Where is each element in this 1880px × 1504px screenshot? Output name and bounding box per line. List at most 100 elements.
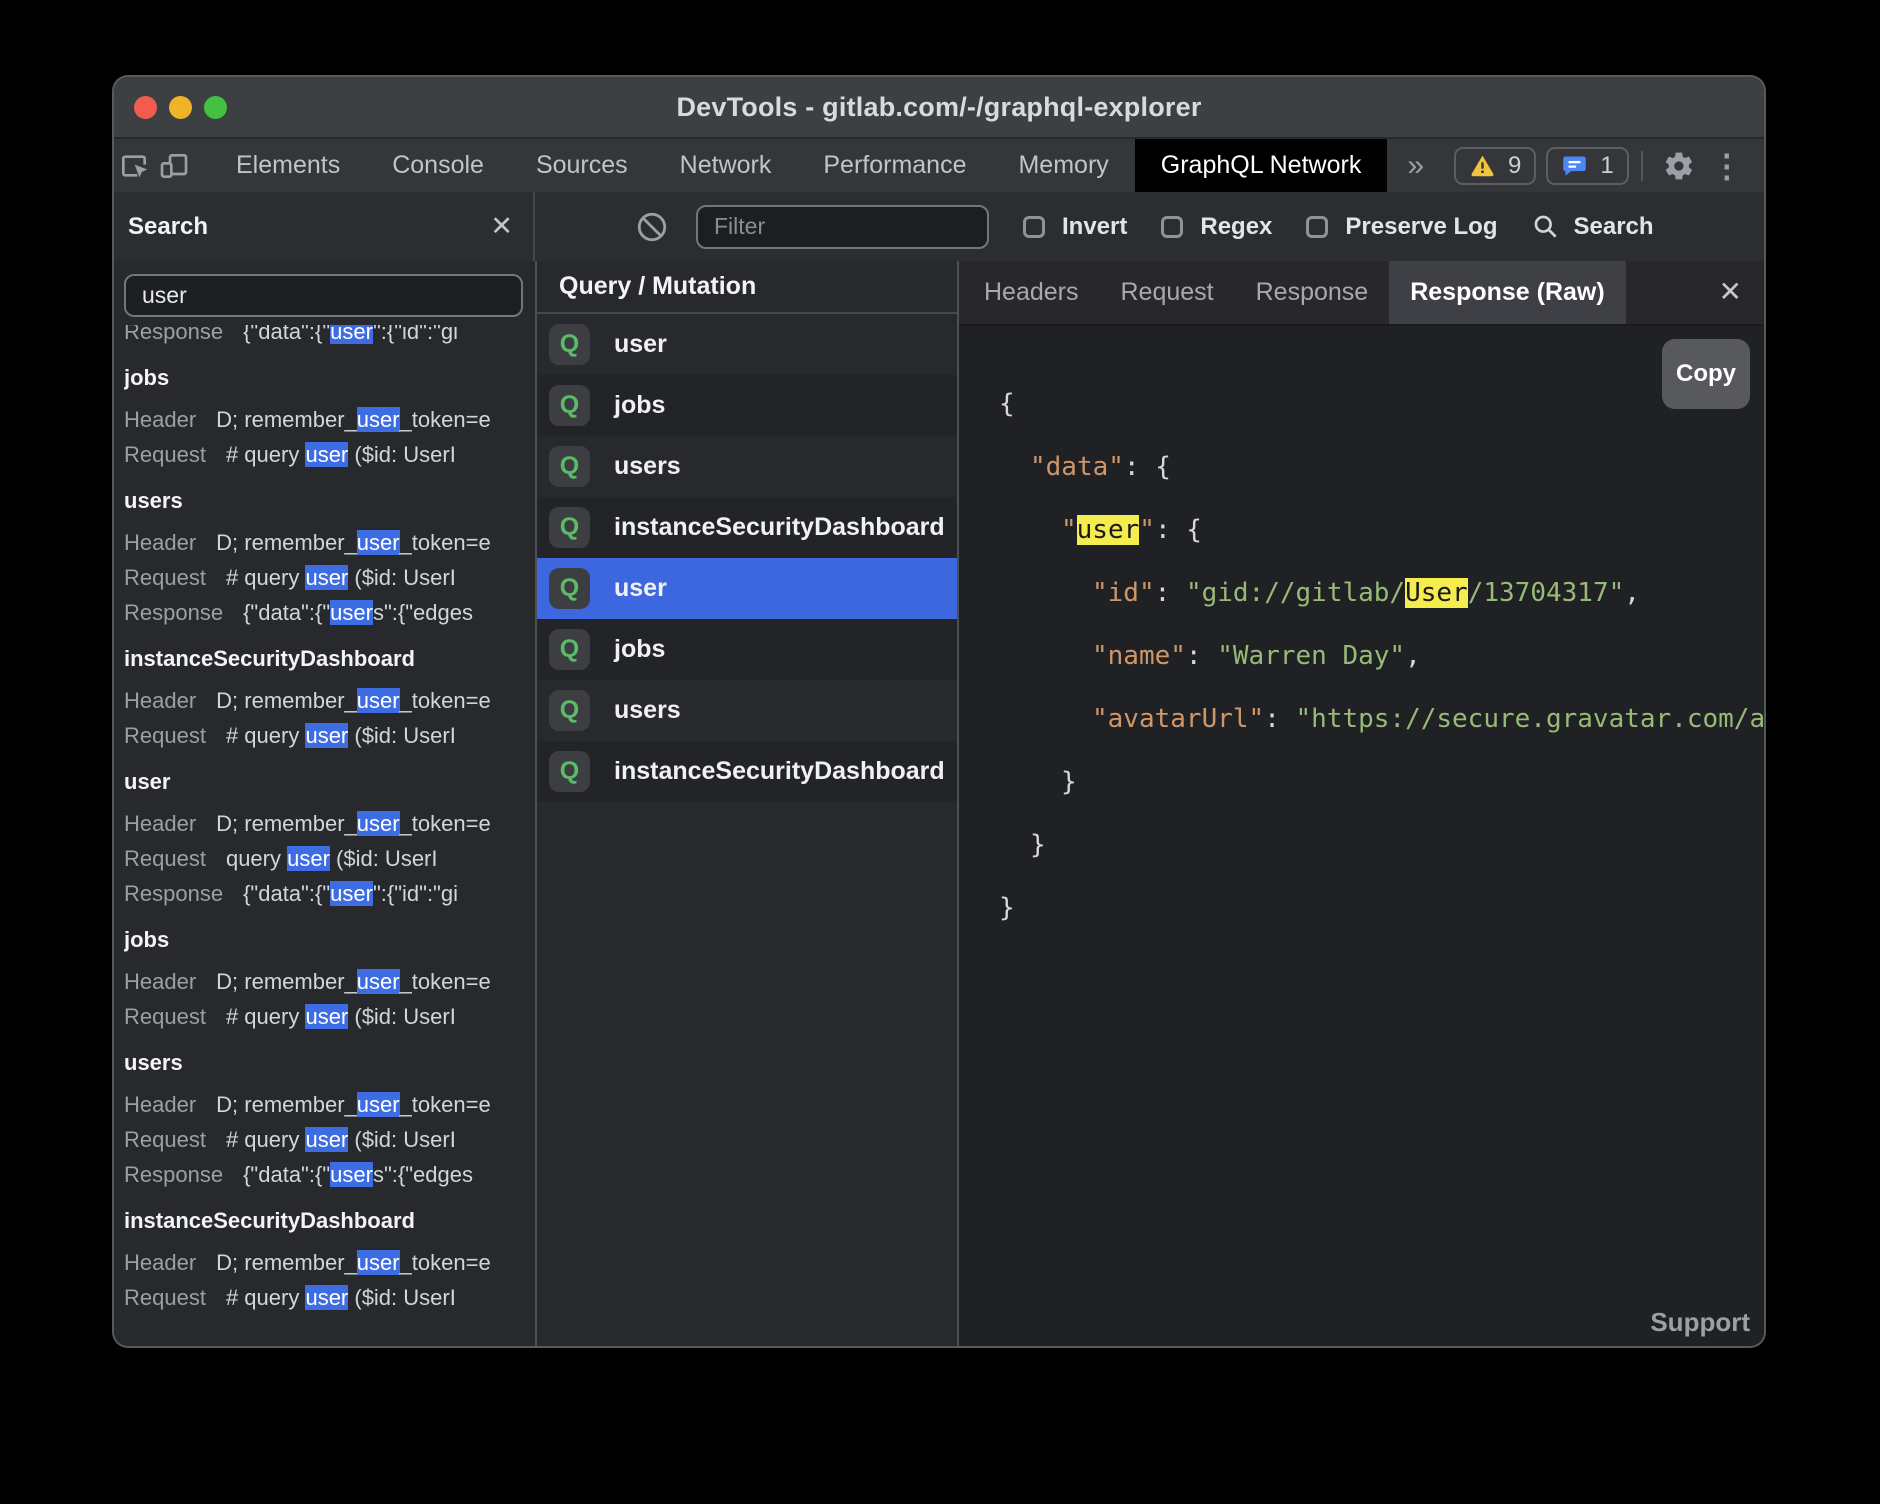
checkbox-label-regex: Regex <box>1200 213 1272 241</box>
search-result-line[interactable]: HeaderD; remember_user_token=e <box>124 806 535 841</box>
result-text-segment: ($id: UserI <box>348 442 456 467</box>
more-tabs-chevron-icon[interactable]: » <box>1387 139 1444 192</box>
search-result-group-title-user[interactable]: user <box>124 764 535 799</box>
response-tab-request[interactable]: Request <box>1100 261 1235 324</box>
query-item-label: jobs <box>614 391 665 420</box>
search-result-group-title-users[interactable]: users <box>124 1045 535 1080</box>
query-item-users[interactable]: Qusers <box>537 680 957 741</box>
result-text-segment: # query <box>226 565 306 590</box>
search-result-group-title-instancesecuritydashboard[interactable]: instanceSecurityDashboard <box>124 1203 535 1238</box>
checkbox-regex[interactable]: Regex <box>1161 213 1272 241</box>
response-close-icon[interactable]: ✕ <box>1697 275 1764 308</box>
checkbox-preserve-log[interactable]: Preserve Log <box>1306 213 1497 241</box>
query-type-badge: Q <box>549 507 590 548</box>
tab-sources[interactable]: Sources <box>510 139 654 192</box>
clear-requests-icon[interactable] <box>635 210 669 244</box>
close-window-button[interactable] <box>134 96 157 119</box>
toolbar-search-toggle[interactable]: Search <box>1532 213 1653 241</box>
toolbar-search-label: Search <box>1573 213 1653 241</box>
query-item-label: instanceSecurityDashboard <box>614 513 945 542</box>
result-text-segment: _token=e <box>400 688 491 713</box>
result-text-segment: # query <box>226 1004 306 1029</box>
search-result-line[interactable]: Requestquery user ($id: UserI <box>124 841 535 876</box>
query-item-instancesecuritydashboard[interactable]: QinstanceSecurityDashboard <box>537 741 957 802</box>
json-token-key: "id" <box>1092 578 1155 608</box>
search-result-line[interactable]: Response{"data":{"users":{"edges <box>124 1157 535 1192</box>
query-type-badge: Q <box>549 690 590 731</box>
search-result-line[interactable]: Request# query user ($id: UserI <box>124 1122 535 1157</box>
checkbox-box-regex[interactable] <box>1161 216 1183 238</box>
search-result-line[interactable]: Response{"data":{"user":{"id":"gi <box>124 876 535 911</box>
search-result-line[interactable]: HeaderD; remember_user_token=e <box>124 1087 535 1122</box>
result-text-segment: {"data":{" <box>243 325 330 344</box>
search-result-line[interactable]: Response{"data":{"user":{"id":"gi <box>124 325 535 349</box>
search-panel-close-icon[interactable]: ✕ <box>490 211 513 242</box>
result-text-segment: ($id: UserI <box>348 1004 456 1029</box>
search-result-line[interactable]: Request# query user ($id: UserI <box>124 560 535 595</box>
tab-network[interactable]: Network <box>654 139 798 192</box>
filter-input[interactable] <box>696 205 989 249</box>
tab-performance[interactable]: Performance <box>797 139 992 192</box>
match-highlight: user <box>330 881 373 906</box>
json-line: "name": "Warren Day", <box>999 625 1764 688</box>
tab-memory[interactable]: Memory <box>992 139 1134 192</box>
query-type-badge: Q <box>549 324 590 365</box>
support-link[interactable]: Support <box>1650 1307 1750 1338</box>
search-result-line[interactable]: Request# query user ($id: UserI <box>124 437 535 472</box>
json-line: } <box>999 751 1764 814</box>
query-item-jobs[interactable]: Qjobs <box>537 375 957 436</box>
kebab-menu-icon[interactable]: ⋮ <box>1703 142 1751 190</box>
search-result-line[interactable]: HeaderD; remember_user_token=e <box>124 402 535 437</box>
checkbox-label-invert: Invert <box>1062 213 1127 241</box>
result-text-segment: # query <box>226 1285 306 1310</box>
query-item-user[interactable]: Quser <box>537 558 957 619</box>
tab-elements[interactable]: Elements <box>210 139 366 192</box>
search-result-line[interactable]: Request# query user ($id: UserI <box>124 999 535 1034</box>
query-item-instancesecuritydashboard[interactable]: QinstanceSecurityDashboard <box>537 497 957 558</box>
search-result-group-title-instancesecuritydashboard[interactable]: instanceSecurityDashboard <box>124 641 535 676</box>
search-result-group-title-users[interactable]: users <box>124 483 535 518</box>
result-text-segment: {"data":{" <box>243 1162 330 1187</box>
response-body: {"data": {"user": {"id": "gid://gitlab/U… <box>959 326 1764 1346</box>
search-result-group-title-jobs[interactable]: jobs <box>124 922 535 957</box>
match-highlight: user <box>357 1250 400 1275</box>
search-result-group-title-jobs[interactable]: jobs <box>124 360 535 395</box>
checkbox-box-preserve-log[interactable] <box>1306 216 1328 238</box>
settings-gear-icon[interactable] <box>1655 142 1703 190</box>
response-tab-response-raw[interactable]: Response (Raw) <box>1389 261 1625 324</box>
checkbox-box-invert[interactable] <box>1023 216 1045 238</box>
search-result-line[interactable]: Request# query user ($id: UserI <box>124 1280 535 1315</box>
warnings-badge[interactable]: 9 <box>1454 147 1536 185</box>
search-result-line[interactable]: Response{"data":{"users":{"edges <box>124 595 535 630</box>
query-item-jobs[interactable]: Qjobs <box>537 619 957 680</box>
search-result-line[interactable]: HeaderD; remember_user_token=e <box>124 964 535 999</box>
response-tab-response[interactable]: Response <box>1235 261 1390 324</box>
inspect-element-icon[interactable] <box>120 139 152 192</box>
search-result-line[interactable]: Request# query user ($id: UserI <box>124 718 535 753</box>
query-item-user[interactable]: Quser <box>537 314 957 375</box>
result-text-segment: ($id: UserI <box>348 565 456 590</box>
json-line: "user": { <box>999 499 1764 562</box>
response-tab-headers[interactable]: Headers <box>963 261 1100 324</box>
checkbox-invert[interactable]: Invert <box>1023 213 1127 241</box>
content-area: Response{"data":{"user":{"id":"gijobsHea… <box>114 261 1764 1346</box>
result-text-segment: _token=e <box>400 1092 491 1117</box>
search-result-line[interactable]: HeaderD; remember_user_token=e <box>124 525 535 560</box>
query-item-label: user <box>614 574 667 603</box>
copy-button[interactable]: Copy <box>1662 339 1750 409</box>
search-result-line-label: Response <box>124 600 223 625</box>
messages-badge[interactable]: 1 <box>1546 147 1628 185</box>
search-input[interactable] <box>124 274 523 317</box>
json-token-key: " <box>1139 515 1155 545</box>
result-text-segment: ":{"id":"gi <box>373 325 458 344</box>
tab-console[interactable]: Console <box>366 139 510 192</box>
query-item-users[interactable]: Qusers <box>537 436 957 497</box>
search-result-line[interactable]: HeaderD; remember_user_token=e <box>124 683 535 718</box>
search-panel: Response{"data":{"user":{"id":"gijobsHea… <box>114 261 535 1346</box>
search-result-line[interactable]: HeaderD; remember_user_token=e <box>124 1245 535 1280</box>
tab-graphql-network[interactable]: GraphQL Network <box>1135 139 1388 192</box>
match-highlight: user <box>305 442 348 467</box>
zoom-window-button[interactable] <box>204 96 227 119</box>
minimize-window-button[interactable] <box>169 96 192 119</box>
device-toolbar-icon[interactable] <box>158 139 190 192</box>
